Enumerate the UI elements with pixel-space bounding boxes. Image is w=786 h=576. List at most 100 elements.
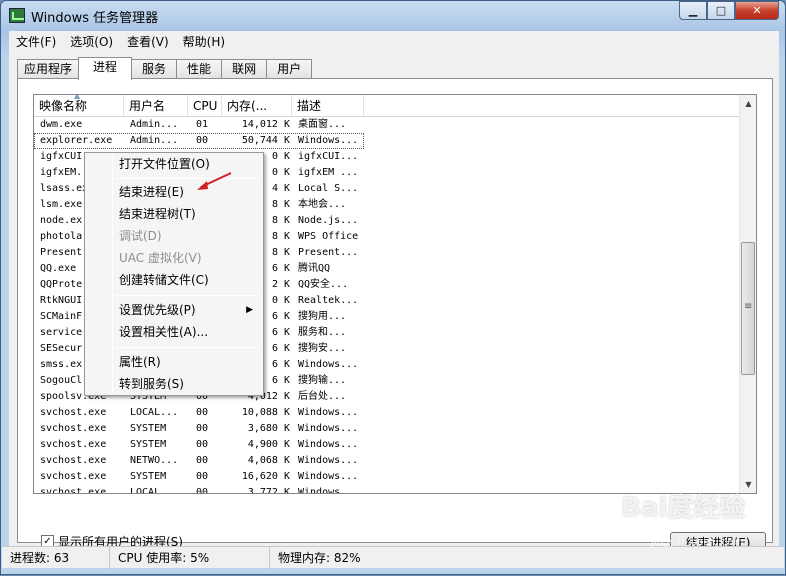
process-name: explorer.exe: [40, 135, 113, 146]
column-memory[interactable]: 内存(...: [222, 95, 292, 117]
tab-users[interactable]: 用户: [266, 59, 313, 79]
process-user: SYSTEM: [130, 439, 167, 450]
table-row[interactable]: svchost.exe SYSTEM 00 3,680 K Windows...: [34, 421, 740, 437]
ctx-set-affinity[interactable]: 设置相关性(A)...: [87, 321, 261, 343]
vertical-scrollbar[interactable]: ▲ ▼: [739, 95, 756, 493]
process-description: 本地会...: [298, 199, 347, 210]
process-description: Windows...: [298, 407, 359, 418]
ctx-separator: [115, 178, 259, 179]
process-description: 搜狗安...: [298, 343, 347, 354]
process-user: LOCAL: [130, 487, 161, 494]
tab-networking[interactable]: 联网: [221, 59, 268, 79]
process-user: Admin...: [130, 135, 179, 146]
column-description[interactable]: 描述: [292, 95, 364, 117]
process-description: WPS Office: [298, 231, 359, 242]
ctx-debug: 调试(D): [119, 229, 162, 243]
process-memory: 4,900 K: [247, 439, 290, 450]
process-description: Realtek...: [298, 295, 359, 306]
menu-bar: 文件(F) 选项(O) 查看(V) 帮助(H): [9, 31, 779, 51]
menu-help[interactable]: 帮助(H): [176, 33, 232, 50]
process-memory: 50,744 K: [241, 135, 290, 146]
process-memory: 10,088 K: [241, 407, 290, 418]
minimize-button[interactable]: ▁: [679, 1, 707, 20]
table-row[interactable]: svchost.exe NETWO... 00 4,068 K Windows...: [34, 453, 740, 469]
process-description: 腾讯QQ: [298, 263, 331, 274]
process-user: SYSTEM: [130, 471, 167, 482]
table-row[interactable]: svchost.exe SYSTEM 00 4,900 K Windows...: [34, 437, 740, 453]
process-name: svchost.exe: [40, 455, 107, 466]
process-description: Windows...: [298, 471, 359, 482]
table-row[interactable]: explorer.exe Admin... 00 50,744 K Windows...: [34, 133, 364, 149]
menu-options[interactable]: 选项(O): [63, 33, 120, 50]
maximize-button[interactable]: □: [707, 1, 735, 20]
status-bar: 进程数: 63 CPU 使用率: 5% 物理内存: 82%: [2, 546, 784, 569]
table-row[interactable]: dwm.exe Admin... 01 14,012 K 桌面窗...: [34, 117, 740, 133]
sort-ascending-icon: ▲: [74, 94, 81, 100]
ctx-set-priority-label: 设置优先级(P): [119, 303, 196, 317]
process-cpu: 00: [196, 455, 209, 466]
close-button[interactable]: ✕: [735, 1, 779, 20]
tab-applications[interactable]: 应用程序: [17, 59, 80, 79]
ctx-end-process[interactable]: 结束进程(E): [87, 181, 261, 203]
menu-view[interactable]: 查看(V): [120, 33, 176, 50]
tab-services[interactable]: 服务: [131, 59, 178, 79]
process-memory: 3,680 K: [247, 423, 290, 434]
scroll-thumb[interactable]: [741, 242, 755, 375]
menu-file[interactable]: 文件(F): [9, 33, 63, 50]
ctx-properties[interactable]: 属性(R): [87, 351, 261, 373]
process-description: Node.js...: [298, 215, 359, 226]
window-controls: ▁ □ ✕: [679, 1, 779, 20]
process-description: Windows...: [298, 487, 359, 494]
process-description: Windows...: [298, 135, 359, 146]
process-memory: 4,068 K: [247, 455, 290, 466]
title-bar[interactable]: Windows 任务管理器 ▁ □ ✕: [1, 1, 785, 31]
table-row[interactable]: svchost.exe SYSTEM 00 16,620 K Windows...: [34, 469, 740, 485]
process-cpu: 00: [196, 135, 209, 146]
process-user: LOCAL...: [130, 407, 179, 418]
process-description: igfxEM ...: [298, 167, 359, 178]
process-cpu: 00: [196, 471, 209, 482]
column-user[interactable]: 用户名: [124, 95, 188, 117]
process-description: QQ安全...: [298, 279, 349, 290]
scroll-up-icon[interactable]: ▲: [740, 95, 756, 112]
ctx-set-priority[interactable]: 设置优先级(P) ▶: [87, 299, 261, 321]
process-description: 搜狗用...: [298, 311, 347, 322]
ctx-separator: [115, 347, 259, 348]
baidu-watermark: Bai度经验: [621, 493, 746, 523]
process-description: 服务和...: [298, 327, 347, 338]
status-process-count: 进程数: 63: [2, 546, 110, 569]
tab-processes[interactable]: 进程: [78, 57, 133, 80]
process-name: svchost.exe: [40, 471, 107, 482]
ctx-go-to-service[interactable]: 转到服务(S): [87, 373, 261, 395]
baidu-watermark-url: jingyan.baidu.com: [651, 537, 744, 548]
process-description: 桌面窗...: [298, 119, 347, 130]
window-title: Windows 任务管理器: [31, 11, 159, 26]
process-description: Windows...: [298, 423, 359, 434]
tab-performance[interactable]: 性能: [176, 59, 223, 79]
process-user: NETWO...: [130, 455, 179, 466]
process-description: igfxCUI...: [298, 151, 359, 162]
tab-strip: 应用程序 进程 服务 性能 联网 用户: [17, 57, 313, 80]
process-description: Windows...: [298, 455, 359, 466]
process-cpu: 00: [196, 487, 209, 494]
ctx-create-dump[interactable]: 创建转储文件(C): [87, 269, 261, 291]
ctx-uac-virtualization: UAC 虚拟化(V): [119, 251, 202, 265]
process-cpu: 00: [196, 439, 209, 450]
process-cpu: 00: [196, 407, 209, 418]
process-description: 搜狗输...: [298, 375, 347, 386]
column-image-name[interactable]: ▲ 映像名称: [34, 95, 124, 117]
process-cpu: 01: [196, 119, 209, 130]
process-description: Windows...: [298, 439, 359, 450]
process-memory: 16,620 K: [241, 471, 290, 482]
process-name: svchost.exe: [40, 439, 107, 450]
process-user: Admin...: [130, 119, 179, 130]
status-cpu-usage: CPU 使用率: 5%: [110, 546, 270, 569]
column-cpu[interactable]: CPU: [188, 95, 222, 117]
status-memory-usage: 物理内存: 82%: [278, 550, 361, 565]
ctx-end-process-tree[interactable]: 结束进程树(T): [87, 203, 261, 225]
process-name: svchost.exe: [40, 487, 107, 494]
table-row[interactable]: svchost.exe LOCAL... 00 10,088 K Windows...: [34, 405, 740, 421]
process-list-header: ▲ 映像名称 用户名 CPU 内存(... 描述: [34, 95, 740, 117]
process-name: dwm.exe: [40, 119, 83, 130]
ctx-open-file-location[interactable]: 打开文件位置(O): [87, 153, 261, 175]
